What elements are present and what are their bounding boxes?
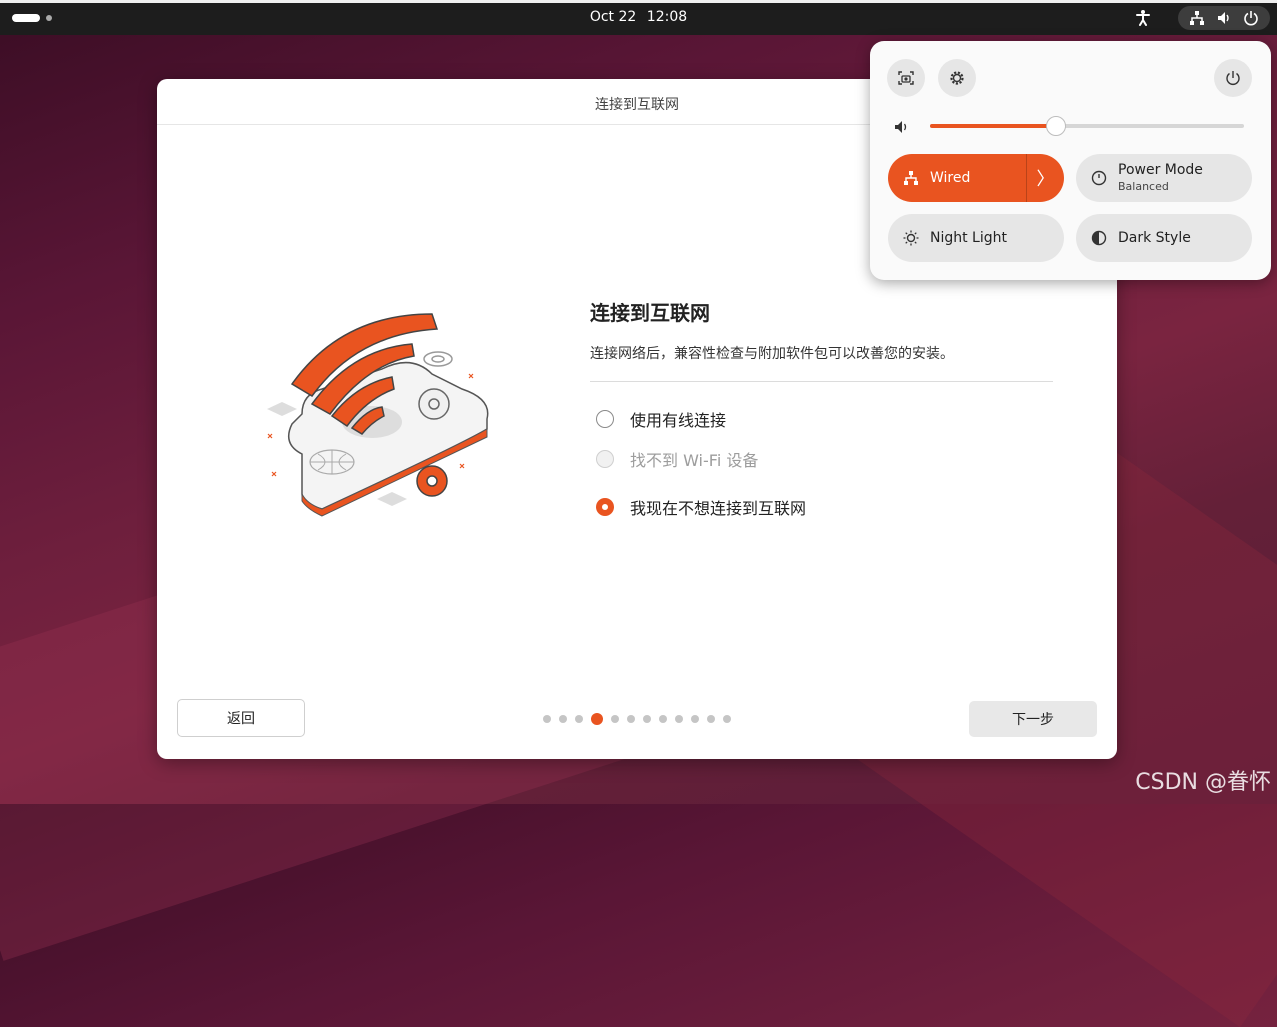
watermark: CSDN @眷怀	[1135, 770, 1271, 795]
power-mode-value: Balanced	[1118, 179, 1169, 193]
volume-slider[interactable]	[930, 116, 1244, 136]
progress-dot	[611, 715, 619, 723]
wired-label: Wired	[930, 170, 971, 186]
dark-style-toggle[interactable]: Dark Style	[1076, 214, 1252, 262]
progress-dot	[643, 715, 651, 723]
wired-toggle[interactable]: Wired 〉	[888, 154, 1064, 202]
clock-date: Oct 22	[589, 9, 637, 25]
top-bar: Oct 22 12:08	[0, 0, 1277, 35]
power-icon	[1226, 71, 1240, 85]
night-light-toggle[interactable]: Night Light	[888, 214, 1064, 262]
radio-no-connection[interactable]	[596, 498, 614, 516]
screenshot-icon	[898, 71, 914, 85]
quick-settings-panel: Wired 〉 Power Mode Balanced Night Light …	[870, 41, 1271, 280]
clock[interactable]: Oct 22 12:08	[0, 9, 1277, 25]
volume-icon	[1217, 12, 1229, 24]
top-strip	[0, 0, 1277, 3]
power-mode-label: Power Mode	[1118, 162, 1203, 179]
volume-icon	[895, 121, 907, 133]
progress-dot	[675, 715, 683, 723]
network-wired-icon	[1190, 11, 1205, 25]
progress-dot	[559, 715, 567, 723]
page-heading: 连接到互联网	[590, 301, 710, 325]
network-wired-icon	[904, 171, 918, 185]
accessibility-icon[interactable]	[1134, 9, 1152, 27]
power-mode-toggle[interactable]: Power Mode Balanced	[1076, 154, 1252, 202]
power-menu-button[interactable]	[1214, 59, 1252, 97]
dark-style-icon	[1091, 230, 1107, 246]
option-wifi: 找不到 Wi-Fi 设备	[596, 447, 758, 471]
progress-dot	[707, 715, 715, 723]
screenshot-button[interactable]	[887, 59, 925, 97]
clock-time: 12:08	[646, 9, 688, 25]
settings-button[interactable]	[938, 59, 976, 97]
power-mode-icon	[1091, 170, 1107, 186]
night-light-label: Night Light	[930, 230, 1007, 246]
page-description: 连接网络后，兼容性检查与附加软件包可以改善您的安装。	[590, 346, 954, 362]
progress-dot	[723, 715, 731, 723]
progress-dot	[543, 715, 551, 723]
option-no-connection[interactable]: 我现在不想连接到互联网	[596, 495, 806, 519]
system-tray[interactable]	[1178, 6, 1270, 30]
option-wired[interactable]: 使用有线连接	[596, 407, 726, 431]
radio-wifi	[596, 450, 614, 468]
dark-style-label: Dark Style	[1118, 230, 1191, 246]
progress-dot-active	[591, 713, 603, 725]
progress-dot	[575, 715, 583, 723]
content-divider	[590, 381, 1053, 382]
progress-dot	[691, 715, 699, 723]
wired-menu-arrow[interactable]: 〉	[1026, 154, 1064, 202]
progress-dots	[543, 713, 731, 725]
progress-dot	[627, 715, 635, 723]
radio-wired[interactable]	[596, 410, 614, 428]
option-wired-label: 使用有线连接	[630, 411, 727, 430]
progress-dot	[659, 715, 667, 723]
chevron-right-icon: 〉	[1036, 169, 1055, 190]
night-light-icon	[903, 230, 919, 246]
next-button[interactable]: 下一步	[969, 701, 1097, 737]
power-icon	[1243, 11, 1258, 26]
volume-slider-knob[interactable]	[1045, 116, 1066, 136]
volume-slider-fill	[930, 124, 1056, 128]
network-illustration	[267, 313, 489, 517]
back-button[interactable]: 返回	[177, 699, 305, 737]
option-wifi-label: 找不到 Wi-Fi 设备	[630, 451, 759, 470]
option-no-connection-label: 我现在不想连接到互联网	[630, 499, 807, 518]
gear-icon	[950, 71, 964, 85]
